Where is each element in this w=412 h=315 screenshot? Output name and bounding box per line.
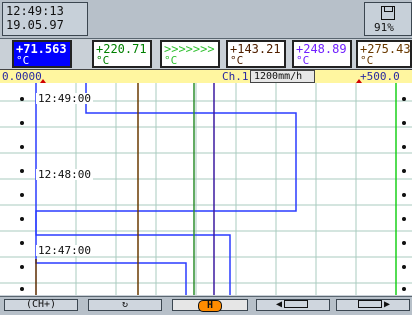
ch-plus-label: (CH+): [25, 299, 57, 310]
trend-chart-svg: [0, 83, 412, 295]
channel-tile-1[interactable]: +71.563 °C: [12, 40, 72, 68]
channel-tile-3[interactable]: >>>>>>> °C: [160, 40, 220, 68]
scroll-left-button[interactable]: [256, 299, 330, 311]
disk-icon: [381, 6, 395, 20]
channel-tile-4[interactable]: +143.21 °C: [226, 40, 286, 68]
channel-unit: °C: [16, 54, 30, 67]
channel-unit: °C: [230, 54, 244, 67]
chart-speed[interactable]: 1200mm/h: [250, 70, 315, 83]
refresh-icon: ↻: [121, 299, 129, 310]
recorder-screen: 12:49:13 19.05.97 91% +71.563 °C +220.71…: [0, 0, 412, 315]
scroll-left-icon: [276, 299, 282, 310]
scale-row: 0.0000 Ch.1 1200mm/h +500.0: [0, 69, 412, 84]
scale-right-value: +500.0: [360, 70, 400, 83]
disk-percent: 91%: [374, 21, 394, 34]
channel-tile-2[interactable]: +220.71 °C: [92, 40, 152, 68]
refresh-button[interactable]: ↻: [88, 299, 162, 311]
scroll-right-icon: [384, 299, 390, 310]
channel-unit: °C: [164, 54, 178, 67]
channel-tile-6[interactable]: +275.43 °C: [356, 40, 412, 68]
channel-unit: °C: [96, 54, 110, 67]
scroll-bar-icon: [284, 300, 309, 308]
scale-channel: Ch.1: [222, 70, 249, 83]
scale-left-value: 0.0000: [2, 70, 42, 83]
ch-plus-button[interactable]: (CH+): [4, 299, 78, 311]
hold-icon: H: [198, 300, 222, 312]
channel-unit: °C: [296, 54, 310, 67]
channel-unit: °C: [360, 54, 374, 67]
time-label-1: 12:49:00: [36, 92, 93, 105]
top-bar: 12:49:13 19.05.97 91%: [0, 0, 412, 39]
bottom-toolbar: (CH+) ↻ H: [0, 296, 412, 315]
clock-time: 12:49:13: [6, 4, 64, 18]
trace-blue-2: [35, 83, 187, 295]
hold-label: H: [206, 300, 214, 311]
left-dots: [20, 97, 24, 291]
time-label-3: 12:47:00: [36, 244, 93, 257]
disk-status: 91%: [364, 2, 412, 36]
scroll-right-button[interactable]: [336, 299, 410, 311]
hold-button[interactable]: H: [172, 299, 248, 312]
time-label-2: 12:48:00: [36, 168, 93, 181]
clock-date: 19.05.97: [6, 18, 64, 32]
right-dots: [402, 97, 406, 291]
clock-panel: 12:49:13 19.05.97: [2, 2, 88, 36]
channel-tile-5[interactable]: +248.89 °C: [292, 40, 352, 68]
scroll-bar-icon: [357, 300, 382, 308]
trend-chart: 12:49:00 12:48:00 12:47:00: [0, 83, 412, 295]
